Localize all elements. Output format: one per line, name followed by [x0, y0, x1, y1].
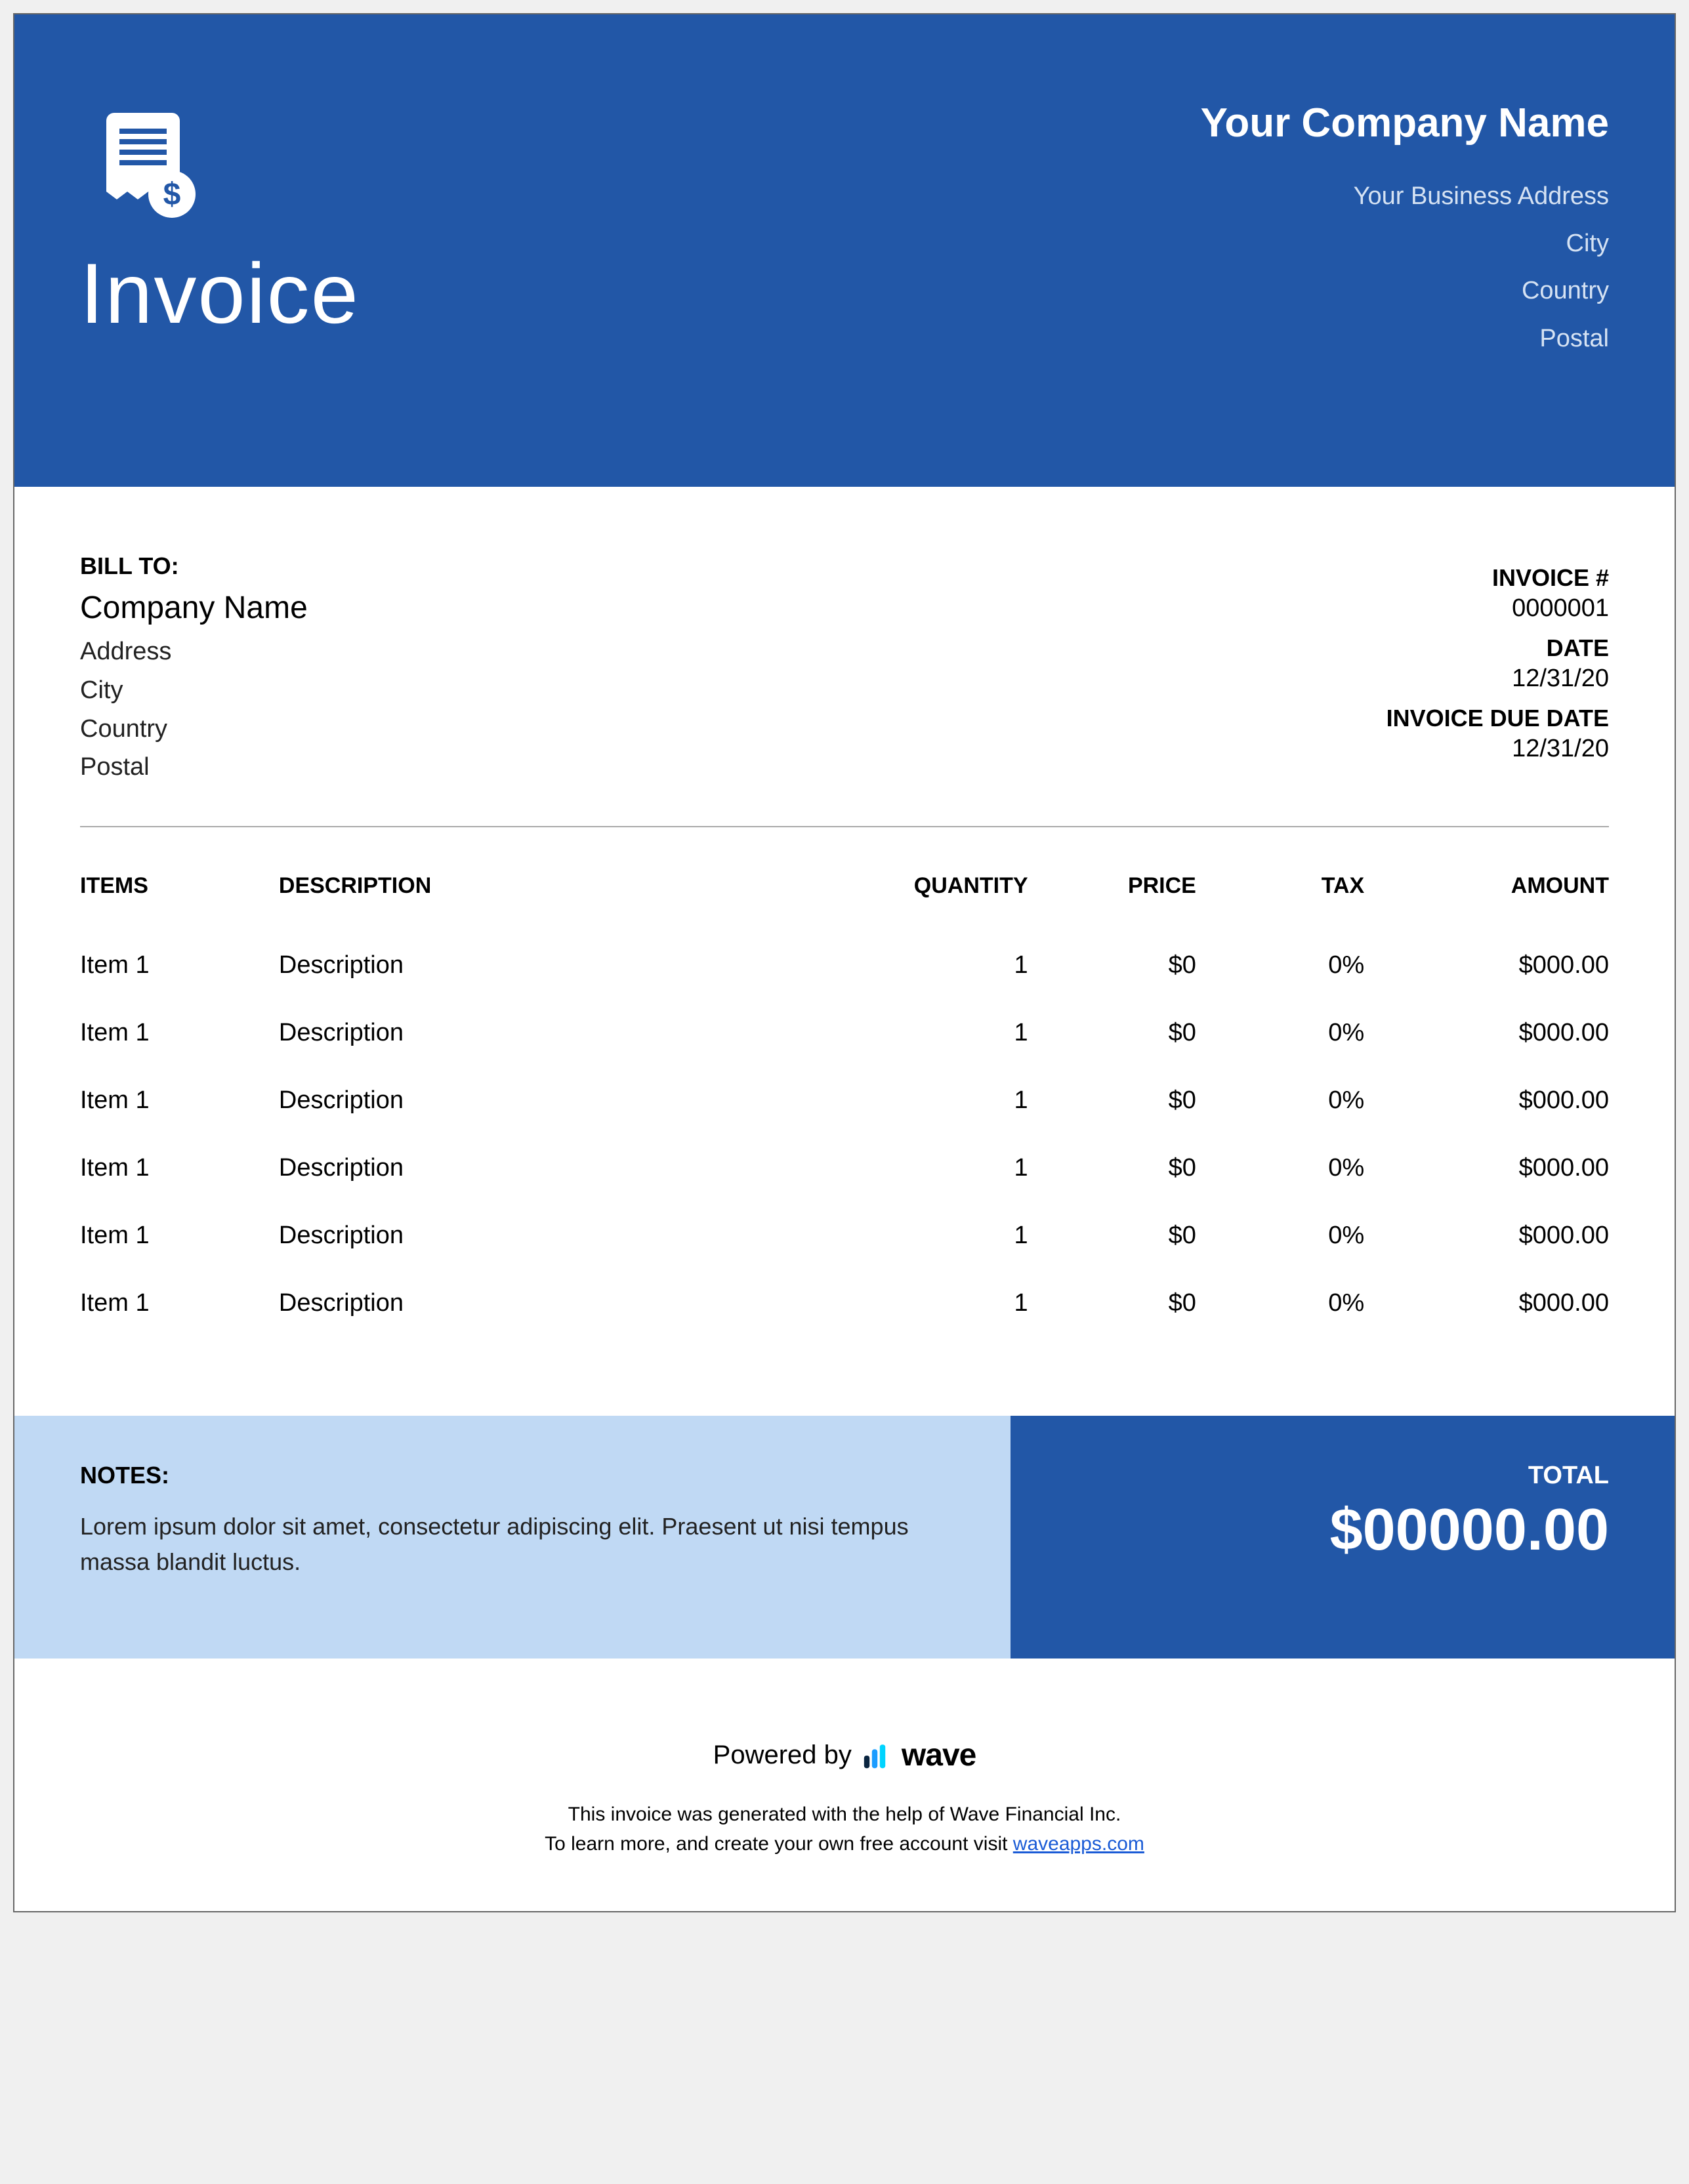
invoice-number-label: INVOICE # [1387, 564, 1609, 592]
cell-item: Item 1 [80, 1202, 279, 1269]
header-right: Your Company Name Your Business Address … [1201, 100, 1609, 362]
bill-to-country: Country [80, 710, 308, 749]
table-row: Item 1Description1$00%$000.00 [80, 1269, 1609, 1337]
invoice-page: $ Invoice Your Company Name Your Busines… [13, 13, 1676, 1912]
col-items: ITEMS [80, 860, 279, 932]
invoice-due-label: INVOICE DUE DATE [1387, 705, 1609, 732]
invoice-date: 12/31/20 [1387, 665, 1609, 693]
table-row: Item 1Description1$00%$000.00 [80, 1202, 1609, 1269]
cell-item: Item 1 [80, 999, 279, 1067]
cell-quantity: 1 [814, 999, 1028, 1067]
footer-line-2: To learn more, and create your own free … [80, 1829, 1609, 1859]
notes-label: NOTES: [80, 1462, 945, 1489]
cell-description: Description [279, 1269, 814, 1337]
divider [80, 826, 1609, 827]
cell-price: $0 [1028, 932, 1196, 999]
cell-price: $0 [1028, 1134, 1196, 1202]
cell-tax: 0% [1196, 1067, 1364, 1134]
total-panel: TOTAL $00000.00 [1011, 1416, 1675, 1659]
footer: Powered by wave This invoice was generat… [14, 1659, 1675, 1911]
table-row: Item 1Description1$00%$000.00 [80, 932, 1609, 999]
bill-to-address: Address [80, 632, 308, 671]
cell-amount: $000.00 [1364, 1134, 1609, 1202]
header-left: $ Invoice [80, 100, 360, 362]
total-amount: $00000.00 [1050, 1496, 1609, 1564]
company-name: Your Company Name [1201, 100, 1609, 146]
powered-by-text: Powered by [713, 1741, 852, 1770]
bill-to-label: BILL TO: [80, 552, 308, 580]
company-postal: Postal [1201, 315, 1609, 362]
invoice-meta: INVOICE # 0000001 DATE 12/31/20 INVOICE … [1387, 552, 1609, 787]
bill-to: BILL TO: Company Name Address City Count… [80, 552, 308, 787]
cell-quantity: 1 [814, 932, 1028, 999]
invoice-receipt-icon: $ [80, 100, 211, 231]
cell-price: $0 [1028, 1202, 1196, 1269]
table-row: Item 1Description1$00%$000.00 [80, 1134, 1609, 1202]
cell-price: $0 [1028, 1067, 1196, 1134]
cell-quantity: 1 [814, 1067, 1028, 1134]
cell-description: Description [279, 932, 814, 999]
notes-panel: NOTES: Lorem ipsum dolor sit amet, conse… [14, 1416, 1011, 1659]
col-amount: AMOUNT [1364, 860, 1609, 932]
bottom-section: NOTES: Lorem ipsum dolor sit amet, conse… [14, 1416, 1675, 1659]
bill-to-postal: Postal [80, 748, 308, 787]
cell-quantity: 1 [814, 1134, 1028, 1202]
cell-description: Description [279, 1067, 814, 1134]
col-description: DESCRIPTION [279, 860, 814, 932]
line-items-table: ITEMS DESCRIPTION QUANTITY PRICE TAX AMO… [80, 860, 1609, 1337]
col-tax: TAX [1196, 860, 1364, 932]
wave-brand-text: wave [902, 1737, 976, 1773]
footer-line-1: This invoice was generated with the help… [80, 1800, 1609, 1829]
cell-item: Item 1 [80, 1134, 279, 1202]
invoice-due-date: 12/31/20 [1387, 735, 1609, 763]
cell-price: $0 [1028, 999, 1196, 1067]
cell-description: Description [279, 1134, 814, 1202]
company-address: Your Business Address [1201, 173, 1609, 220]
table-header-row: ITEMS DESCRIPTION QUANTITY PRICE TAX AMO… [80, 860, 1609, 932]
invoice-number: 0000001 [1387, 594, 1609, 623]
footer-link[interactable]: waveapps.com [1013, 1833, 1144, 1855]
cell-tax: 0% [1196, 1134, 1364, 1202]
cell-quantity: 1 [814, 1202, 1028, 1269]
svg-text:$: $ [163, 177, 181, 212]
notes-text: Lorem ipsum dolor sit amet, consectetur … [80, 1509, 945, 1580]
table-row: Item 1Description1$00%$000.00 [80, 999, 1609, 1067]
cell-price: $0 [1028, 1269, 1196, 1337]
cell-item: Item 1 [80, 932, 279, 999]
total-label: TOTAL [1050, 1462, 1609, 1490]
invoice-date-label: DATE [1387, 634, 1609, 662]
cell-amount: $000.00 [1364, 1269, 1609, 1337]
col-quantity: QUANTITY [814, 860, 1028, 932]
meta-section: BILL TO: Company Name Address City Count… [14, 487, 1675, 827]
cell-item: Item 1 [80, 1269, 279, 1337]
cell-quantity: 1 [814, 1269, 1028, 1337]
bill-to-company: Company Name [80, 590, 308, 626]
cell-item: Item 1 [80, 1067, 279, 1134]
wave-logo-icon [861, 1740, 892, 1771]
cell-amount: $000.00 [1364, 1067, 1609, 1134]
powered-by: Powered by wave [80, 1737, 1609, 1773]
footer-line-2-prefix: To learn more, and create your own free … [545, 1833, 1013, 1855]
cell-amount: $000.00 [1364, 1202, 1609, 1269]
cell-tax: 0% [1196, 1202, 1364, 1269]
cell-tax: 0% [1196, 1269, 1364, 1337]
company-city: City [1201, 220, 1609, 267]
table-row: Item 1Description1$00%$000.00 [80, 1067, 1609, 1134]
cell-amount: $000.00 [1364, 999, 1609, 1067]
header: $ Invoice Your Company Name Your Busines… [14, 14, 1675, 487]
cell-amount: $000.00 [1364, 932, 1609, 999]
cell-tax: 0% [1196, 999, 1364, 1067]
bill-to-city: City [80, 671, 308, 710]
cell-description: Description [279, 999, 814, 1067]
company-country: Country [1201, 267, 1609, 314]
cell-tax: 0% [1196, 932, 1364, 999]
invoice-title: Invoice [80, 244, 360, 342]
cell-description: Description [279, 1202, 814, 1269]
col-price: PRICE [1028, 860, 1196, 932]
